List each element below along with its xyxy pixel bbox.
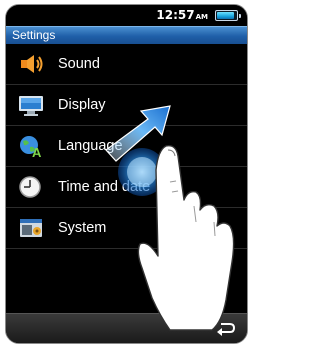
bottom-toolbar xyxy=(6,313,247,343)
back-arrow-icon[interactable] xyxy=(215,320,237,336)
speaker-icon xyxy=(21,55,43,73)
svg-text:A: A xyxy=(32,145,42,158)
menu-item-label: System xyxy=(58,220,107,236)
monitor-icon xyxy=(19,96,43,116)
menu-item-label: Time and date xyxy=(58,179,151,195)
battery-icon xyxy=(215,10,241,21)
globe-language-icon: A xyxy=(20,136,42,158)
device-screen: 12:57AM Settings Sound Display A Languag… xyxy=(5,4,248,344)
menu-item-label: Display xyxy=(58,97,106,113)
clock-time: 12:57 xyxy=(156,8,195,22)
menu-item-display[interactable]: Display xyxy=(6,85,247,126)
menu-item-system[interactable]: System xyxy=(6,208,247,249)
clock-icon xyxy=(19,176,41,198)
clock-ampm: AM xyxy=(195,13,208,21)
menu-item-label: Sound xyxy=(58,56,100,72)
title-bar: Settings xyxy=(6,26,247,44)
system-settings-icon xyxy=(20,219,42,237)
menu-item-language[interactable]: A Language xyxy=(6,126,247,167)
menu-item-time-and-date[interactable]: Time and date xyxy=(6,167,247,208)
menu-item-sound[interactable]: Sound xyxy=(6,44,247,85)
page-title: Settings xyxy=(12,28,56,42)
status-clock: 12:57AM xyxy=(156,8,208,22)
status-bar: 12:57AM xyxy=(6,5,247,26)
menu-item-label: Language xyxy=(58,138,123,154)
